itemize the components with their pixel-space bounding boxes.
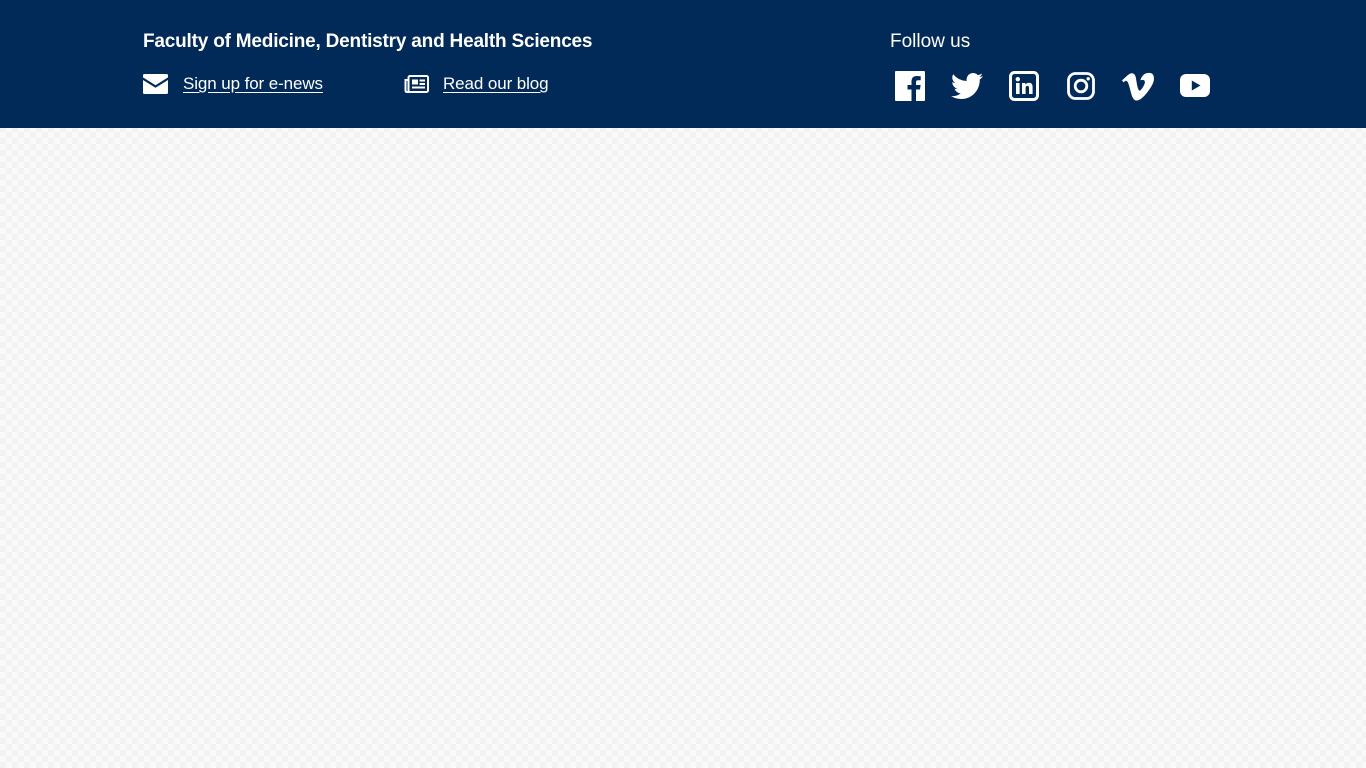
facebook-link[interactable]	[894, 70, 926, 102]
follow-us-heading: Follow us	[890, 31, 971, 52]
twitter-link[interactable]	[951, 70, 983, 102]
instagram-icon	[1067, 72, 1095, 100]
vimeo-icon	[1122, 72, 1154, 101]
vimeo-link[interactable]	[1122, 70, 1154, 102]
blog-link[interactable]: Read our blog	[404, 72, 549, 96]
enews-signup-link[interactable]: Sign up for e-news	[143, 72, 323, 96]
facebook-icon	[895, 71, 925, 101]
twitter-icon	[951, 73, 983, 100]
blog-link-label: Read our blog	[443, 74, 549, 93]
youtube-link[interactable]	[1179, 70, 1211, 102]
faculty-title: Faculty of Medicine, Dentistry and Healt…	[143, 31, 593, 52]
youtube-icon	[1180, 74, 1210, 97]
linkedin-link[interactable]	[1008, 70, 1040, 102]
envelope-icon	[143, 74, 168, 94]
enews-link-label: Sign up for e-news	[183, 74, 323, 93]
instagram-link[interactable]	[1065, 70, 1097, 102]
page-background	[0, 128, 1366, 768]
newspaper-icon	[404, 75, 429, 93]
footer-bar: Faculty of Medicine, Dentistry and Healt…	[0, 0, 1366, 128]
linkedin-icon	[1009, 71, 1039, 101]
